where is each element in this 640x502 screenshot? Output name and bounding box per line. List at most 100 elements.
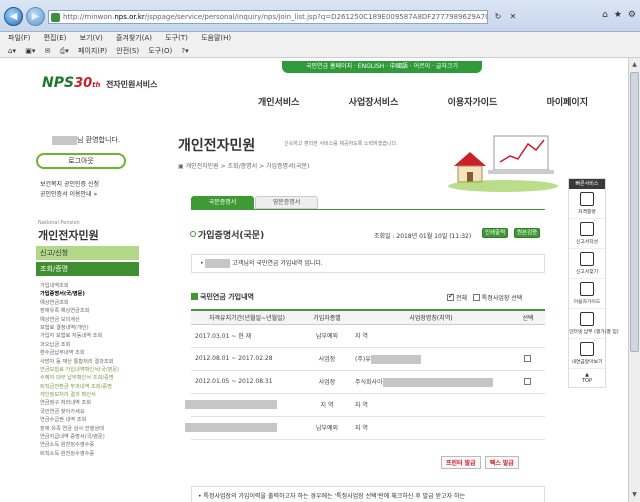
scroll-down-icon[interactable]: ▼ xyxy=(630,489,639,501)
table-row: 2012.01.05 ~ 2012.08.31 사업장 주식회사아 xyxy=(191,370,545,394)
select-all-checkbox[interactable] xyxy=(447,292,454,301)
sidebar-subitem[interactable]: 장애 유족 연금 심사 진행상태 xyxy=(40,425,140,433)
sidebar-subitem[interactable]: 퇴직금전환금 부과내역 조회/증명 xyxy=(40,383,140,391)
sidebar-subitem[interactable]: 퇴직소득 원천징수영수증 xyxy=(40,450,140,458)
menu-view[interactable]: 보기(V) xyxy=(80,34,103,42)
printer-issue-button[interactable]: 프린터 발급 xyxy=(441,456,481,469)
vertical-scrollbar[interactable]: ▲ ▼ xyxy=(628,58,640,502)
sidebar-subitem[interactable]: 과오납금 조회 xyxy=(40,341,140,349)
sidebar-subitem[interactable]: 보험료 결정내역(개인) xyxy=(40,324,140,332)
redacted-period xyxy=(185,400,277,409)
quick-item-label: 이용자가이드 xyxy=(573,300,601,305)
settings-gear-icon[interactable]: ⚙ xyxy=(628,10,636,20)
workplace-name: 지 역 xyxy=(355,425,368,432)
command-bar: ⌂▾ ▣▾ ✉ ⎙▾ 페이지(P) 안전(S) 도구(O) ?▾ xyxy=(0,44,640,58)
mail-icon[interactable]: ✉ xyxy=(45,47,51,55)
sidebar-subitem[interactable]: 연금소득 원천징수영수증 xyxy=(40,441,140,449)
quick-service-title: 빠른서비스 xyxy=(569,179,605,189)
sidebar-subitem[interactable]: 국민연금 찾아가세요 xyxy=(40,408,140,416)
house-laptop-illustration xyxy=(448,135,558,192)
back-button[interactable]: ◀ xyxy=(4,7,23,26)
top-button[interactable]: ▲ TOP xyxy=(569,369,605,387)
menu-file[interactable]: 파일(F) xyxy=(8,34,30,42)
nav-guide[interactable]: 이용자가이드 xyxy=(448,95,498,108)
sidebar-subitem[interactable]: 가입자 보험료 자동내역 조회 xyxy=(40,332,140,340)
quick-item[interactable]: 인터넷 납부 (평가/결 입) xyxy=(569,309,619,339)
col-period: 자격유지기간(년월일~년월일) xyxy=(191,309,303,325)
row-select-checkbox[interactable] xyxy=(523,354,531,362)
refresh-icon[interactable]: ↻ xyxy=(492,10,504,23)
site-favicon-icon xyxy=(51,13,60,22)
print-output-button[interactable]: 인쇄출력 xyxy=(482,228,509,238)
nav-personal[interactable]: 개인서비스 xyxy=(258,95,299,108)
col-select: 선택 xyxy=(511,309,545,325)
sidebar-menu-inquiry[interactable]: 조회/증명 xyxy=(36,262,139,276)
sidebar-subitem[interactable]: 가입내역조회 xyxy=(40,282,140,290)
web-page: 국민연금 홈페이지 · ENGLISH · 中國語 · 어르이 · 글자크기 N… xyxy=(0,58,628,502)
menu-bar: 파일(F) 편집(E) 보기(V) 즐겨찾기(A) 도구(T) 도움말(H) xyxy=(0,32,640,44)
nps-logo[interactable]: NPS30th 전자민원서비스 xyxy=(42,75,157,91)
cell-select xyxy=(511,347,545,371)
scroll-thumb[interactable] xyxy=(630,72,639,352)
help-icon[interactable]: ?▾ xyxy=(181,47,188,55)
print-icon[interactable]: ⎙▾ xyxy=(60,47,69,55)
sidebar-subitem[interactable]: 예상연금 모의계산 xyxy=(40,316,140,324)
payment-icon xyxy=(580,312,594,326)
toolbar-safety[interactable]: 안전(S) xyxy=(116,47,139,55)
row-select-checkbox[interactable] xyxy=(523,377,531,385)
cert-guide-link[interactable]: 공인인증서 이용안내 » xyxy=(40,189,97,198)
utility-bar[interactable]: 국민연금 홈페이지 · ENGLISH · 中國語 · 어르이 · 글자크기 xyxy=(282,61,482,73)
menu-help[interactable]: 도움말(H) xyxy=(201,34,231,42)
menu-favorites[interactable]: 즐겨찾기(A) xyxy=(116,34,152,42)
toolbar-page[interactable]: 페이지(P) xyxy=(78,47,107,55)
section-title: 가입증명서(국문) xyxy=(190,228,264,241)
favorites-icon[interactable]: ★ xyxy=(614,10,622,20)
quick-item[interactable]: 내연금알아보기 xyxy=(569,339,605,369)
home-toolbar-icon[interactable]: ⌂▾ xyxy=(8,47,16,55)
cell-workplace: 지 역 xyxy=(351,393,511,417)
select-specific-checkbox[interactable] xyxy=(472,294,480,301)
feeds-icon[interactable]: ▣▾ xyxy=(25,47,35,55)
forward-button[interactable]: ▶ xyxy=(26,7,45,26)
sidebar-subitem[interactable]: 연금지급내역 증명서(국/영문) xyxy=(40,433,140,441)
original-verify-button[interactable]: 원본검증 xyxy=(514,228,541,238)
toolbar-tools[interactable]: 도구(O) xyxy=(148,47,172,55)
menu-tools[interactable]: 도구(T) xyxy=(165,34,188,42)
redacted-name xyxy=(52,135,77,145)
menu-edit[interactable]: 편집(E) xyxy=(44,34,67,42)
stop-icon[interactable]: ✕ xyxy=(507,10,519,23)
logout-button[interactable]: 로그아웃 xyxy=(36,153,126,169)
fax-issue-button[interactable]: 팩스 발급 xyxy=(484,456,519,469)
quick-item[interactable]: 신고서작성 xyxy=(569,219,605,249)
certificate-icon xyxy=(580,192,594,206)
quick-item[interactable]: 신고서찾기 xyxy=(569,249,605,279)
sidebar-subitem[interactable]: 연금청구 처리내역 조회 xyxy=(40,399,140,407)
address-bar[interactable]: http://minwon.nps.or.kr/jsppage/service/… xyxy=(48,10,488,24)
sidebar-subitem[interactable]: 연금수급권 내역 조회 xyxy=(40,416,140,424)
sidebar-subitem[interactable]: 수혜자 대부 납부확인서 조회/증명 xyxy=(40,374,140,382)
cert-apply-link[interactable]: 보건복지 공인인증 신청 xyxy=(40,179,99,188)
sidebar-menu-report[interactable]: 신고/신청 xyxy=(36,246,139,260)
quick-item[interactable]: 이용자가이드 xyxy=(569,279,605,309)
sidebar-subitem[interactable]: 가입증명서(국/영문) xyxy=(40,290,140,298)
sidebar-subitem[interactable]: 연금보험료 가입내역확인서(국/영문) xyxy=(40,366,140,374)
scroll-up-icon[interactable]: ▲ xyxy=(630,59,639,71)
cell-workplace: 주식회사아 xyxy=(351,370,511,394)
workplace-name: 주식회사아 xyxy=(355,378,383,386)
tab-korean-certificate[interactable]: 국문증명서 xyxy=(191,196,254,209)
sidebar-subitem[interactable]: 환수금납부내역 조회 xyxy=(40,349,140,357)
tab-english-certificate[interactable]: 영문증명서 xyxy=(255,196,318,209)
sidebar-subitem[interactable]: 예상연금조회 xyxy=(40,299,140,307)
sidebar-subitem[interactable]: 장애유족 예상연금조회 xyxy=(40,307,140,315)
nav-mypage[interactable]: 마이페이지 xyxy=(547,95,588,108)
cell-select xyxy=(511,393,545,417)
sidebar-subitem[interactable]: 사망자 등 재산 통합처리 결과조회 xyxy=(40,358,140,366)
home-icon[interactable]: ⌂ xyxy=(602,10,608,20)
redacted-customer-name xyxy=(205,259,231,268)
tab-divider xyxy=(191,209,545,210)
sidebar-subitem[interactable]: 개인정보처리 결과 확인서 xyxy=(40,391,140,399)
nav-business[interactable]: 사업장서비스 xyxy=(349,95,399,108)
cell-workplace: 지 역 xyxy=(351,324,511,348)
lookup-date: 조회일 : 2018년 01월 10일 (11:32) xyxy=(374,233,472,240)
quick-item[interactable]: 자격증명 xyxy=(569,189,605,219)
